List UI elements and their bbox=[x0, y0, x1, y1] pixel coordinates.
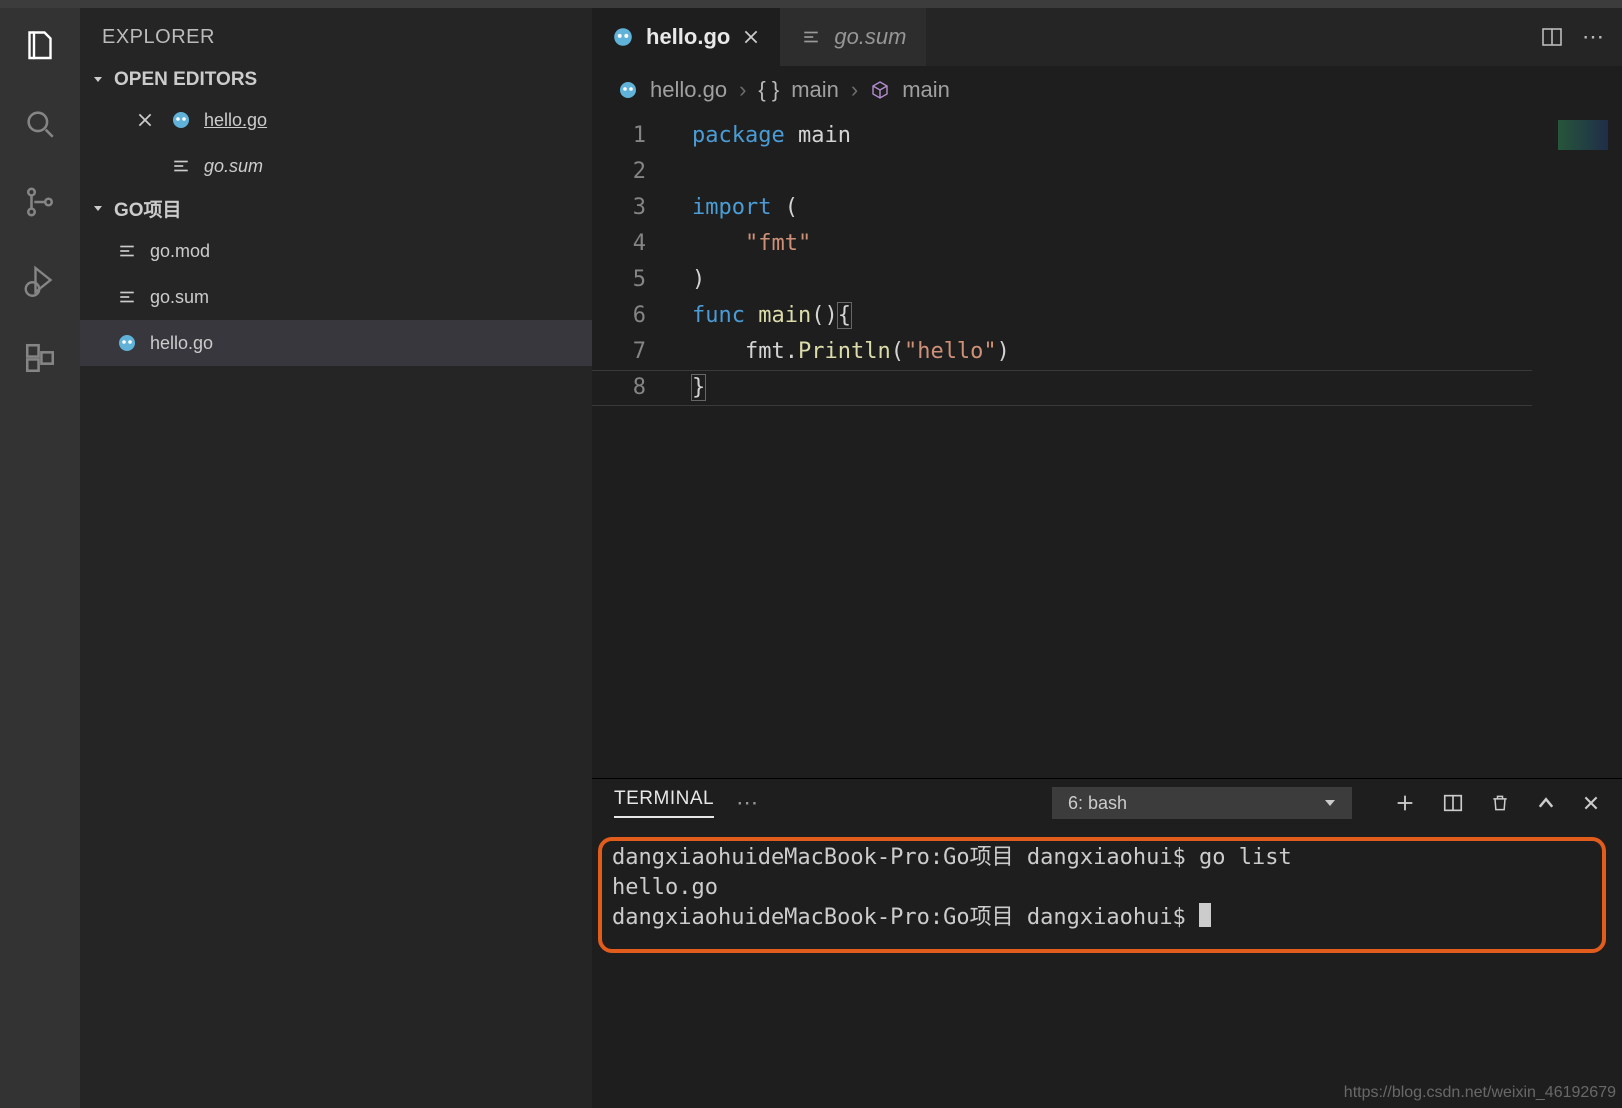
terminal-selector-label: 6: bash bbox=[1068, 793, 1127, 814]
open-editor-item[interactable]: go.sum bbox=[80, 143, 592, 189]
file-name: go.mod bbox=[150, 241, 210, 262]
debug-icon[interactable] bbox=[20, 260, 60, 300]
folder-file-list: go.mod go.sum hello.go bbox=[80, 228, 592, 366]
breadcrumb-file[interactable]: hello.go bbox=[650, 77, 727, 103]
split-editor-icon[interactable] bbox=[1540, 25, 1564, 49]
titlebar bbox=[0, 0, 1622, 8]
folder-header[interactable]: GO项目 bbox=[80, 189, 592, 228]
lines-file-icon bbox=[116, 240, 138, 262]
open-editors-header[interactable]: OPEN EDITORS bbox=[80, 63, 592, 97]
braces-icon: { } bbox=[758, 77, 779, 103]
activity-bar bbox=[0, 8, 80, 1108]
more-icon[interactable]: ⋯ bbox=[736, 790, 758, 816]
go-file-icon bbox=[612, 26, 634, 48]
terminal-selector[interactable]: 6: bash bbox=[1052, 787, 1352, 819]
terminal-cursor bbox=[1199, 903, 1211, 927]
code-content[interactable]: package main import ( "fmt" ) func main(… bbox=[692, 114, 1622, 406]
terminal-tab[interactable]: TERMINAL bbox=[614, 788, 714, 818]
breadcrumb-scope[interactable]: main bbox=[791, 77, 839, 103]
chevron-up-icon[interactable] bbox=[1536, 793, 1556, 813]
chevron-down-icon bbox=[1322, 795, 1338, 811]
line-gutter: 12345678 bbox=[592, 114, 662, 406]
chevron-right-icon: › bbox=[851, 77, 858, 103]
editor-tab[interactable]: hello.go bbox=[592, 8, 780, 66]
file-item[interactable]: go.sum bbox=[80, 274, 592, 320]
terminal-line: dangxiaohuideMacBook-Pro:Go项目 dangxiaohu… bbox=[612, 903, 1602, 933]
editor-tab[interactable]: go.sum bbox=[780, 8, 926, 66]
open-editors-label: OPEN EDITORS bbox=[114, 69, 257, 91]
go-file-icon bbox=[170, 109, 192, 131]
tab-label: hello.go bbox=[646, 24, 730, 50]
explorer-sidebar: EXPLORER OPEN EDITORS hello.go bbox=[80, 8, 592, 1108]
go-file-icon bbox=[116, 332, 138, 354]
open-editors-list: hello.go go.sum bbox=[80, 97, 592, 189]
terminal-line: hello.go bbox=[612, 873, 1602, 903]
panel-tabs: TERMINAL ⋯ 6: bash bbox=[592, 779, 1622, 827]
chevron-down-icon bbox=[90, 201, 108, 217]
minimap[interactable] bbox=[1538, 114, 1622, 778]
file-name: hello.go bbox=[204, 110, 267, 131]
breadcrumb-scope[interactable]: main bbox=[902, 77, 950, 103]
cube-icon bbox=[870, 80, 890, 100]
chevron-down-icon bbox=[90, 72, 108, 88]
file-name: go.sum bbox=[204, 156, 263, 177]
breadcrumb[interactable]: hello.go › { } main › main bbox=[592, 66, 1622, 114]
tab-label: go.sum bbox=[834, 24, 906, 50]
explorer-title: EXPLORER bbox=[80, 8, 592, 63]
file-name: go.sum bbox=[150, 287, 209, 308]
terminal-line: dangxiaohuideMacBook-Pro:Go项目 dangxiaohu… bbox=[612, 843, 1602, 873]
file-item[interactable]: go.mod bbox=[80, 228, 592, 274]
panel: TERMINAL ⋯ 6: bash bbox=[592, 778, 1622, 1108]
editor-group: hello.go go.sum ⋯ hell bbox=[592, 8, 1622, 1108]
code-editor[interactable]: 12345678 package main import ( "fmt" ) f… bbox=[592, 114, 1622, 778]
chevron-right-icon: › bbox=[739, 77, 746, 103]
close-panel-icon[interactable] bbox=[1582, 794, 1600, 812]
source-control-icon[interactable] bbox=[20, 182, 60, 222]
go-file-icon bbox=[618, 80, 638, 100]
editor-tabs: hello.go go.sum ⋯ bbox=[592, 8, 1622, 66]
terminal[interactable]: dangxiaohuideMacBook-Pro:Go项目 dangxiaohu… bbox=[592, 827, 1622, 1108]
extensions-icon[interactable] bbox=[20, 338, 60, 378]
file-name: hello.go bbox=[150, 333, 213, 354]
close-icon[interactable] bbox=[136, 111, 158, 129]
trash-icon[interactable] bbox=[1490, 792, 1510, 814]
search-icon[interactable] bbox=[20, 104, 60, 144]
split-terminal-icon[interactable] bbox=[1442, 792, 1464, 814]
new-terminal-icon[interactable] bbox=[1394, 792, 1416, 814]
lines-file-icon bbox=[800, 26, 822, 48]
lines-file-icon bbox=[170, 155, 192, 177]
close-icon[interactable] bbox=[742, 28, 760, 46]
more-icon[interactable]: ⋯ bbox=[1582, 24, 1604, 50]
file-item[interactable]: hello.go bbox=[80, 320, 592, 366]
explorer-icon[interactable] bbox=[20, 26, 60, 66]
open-editor-item[interactable]: hello.go bbox=[80, 97, 592, 143]
lines-file-icon bbox=[116, 286, 138, 308]
folder-label: GO项目 bbox=[114, 195, 182, 222]
